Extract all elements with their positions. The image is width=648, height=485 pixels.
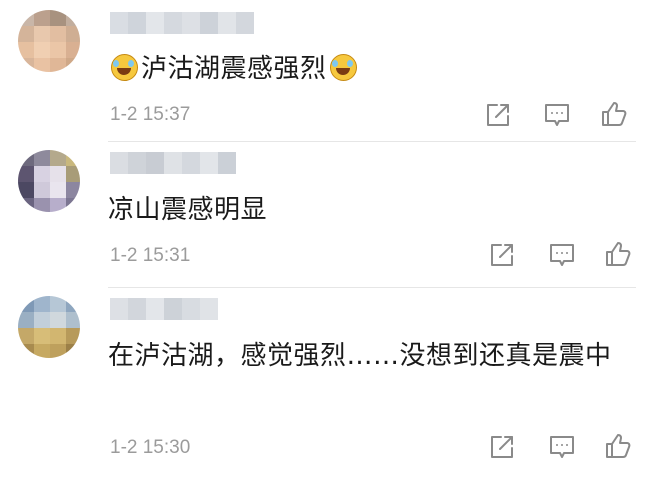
username-blurred[interactable] bbox=[110, 12, 254, 34]
timestamp: 1-2 15:37 bbox=[110, 104, 191, 125]
comment-icon[interactable] bbox=[548, 241, 576, 269]
thumbs-up-icon[interactable] bbox=[604, 432, 632, 460]
timestamp: 1-2 15:31 bbox=[110, 245, 191, 266]
timestamp: 1-2 15:30 bbox=[110, 437, 191, 458]
comment-text: 凉山震感明显 bbox=[108, 195, 268, 225]
thumbs-up-icon[interactable] bbox=[604, 240, 632, 268]
username-blurred[interactable] bbox=[110, 298, 218, 320]
avatar[interactable] bbox=[18, 10, 80, 72]
avatar[interactable] bbox=[18, 150, 80, 212]
comment-text-content: 泸沽湖震感强烈 bbox=[141, 54, 327, 84]
avatar[interactable] bbox=[18, 296, 80, 358]
comment-icon[interactable] bbox=[548, 433, 576, 461]
laugh-cry-icon bbox=[329, 54, 357, 81]
thumbs-up-icon[interactable] bbox=[600, 100, 628, 128]
comment-text: 泸沽湖震感强烈 bbox=[108, 49, 360, 89]
share-icon[interactable] bbox=[488, 433, 516, 461]
laugh-cry-icon bbox=[111, 54, 138, 81]
share-icon[interactable] bbox=[484, 101, 512, 129]
comment-text: 在泸沽湖，感觉强烈……没想到还真是震中 bbox=[108, 341, 612, 371]
share-icon[interactable] bbox=[488, 241, 516, 269]
divider bbox=[108, 287, 636, 288]
divider bbox=[108, 141, 636, 142]
comment-icon[interactable] bbox=[543, 101, 571, 129]
username-blurred[interactable] bbox=[110, 152, 236, 174]
